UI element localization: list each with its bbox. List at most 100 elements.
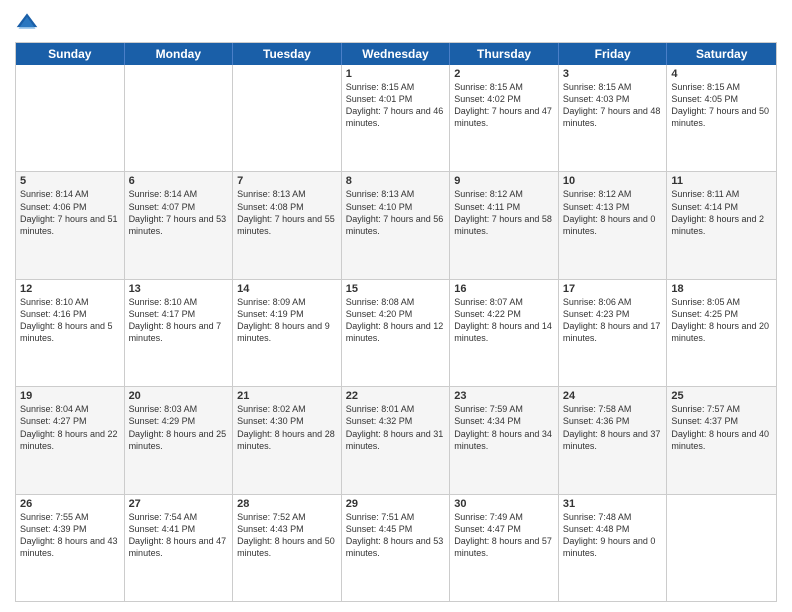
weekday-header: Saturday	[667, 43, 776, 65]
day-number: 24	[563, 390, 663, 402]
day-number: 19	[20, 390, 120, 402]
calendar-cell: 18Sunrise: 8:05 AM Sunset: 4:25 PM Dayli…	[667, 280, 776, 386]
calendar-cell: 22Sunrise: 8:01 AM Sunset: 4:32 PM Dayli…	[342, 387, 451, 493]
weekday-header: Monday	[125, 43, 234, 65]
cell-info: Sunrise: 8:12 AM Sunset: 4:13 PM Dayligh…	[563, 188, 663, 237]
day-number: 8	[346, 175, 446, 187]
calendar-cell: 23Sunrise: 7:59 AM Sunset: 4:34 PM Dayli…	[450, 387, 559, 493]
calendar-row: 12Sunrise: 8:10 AM Sunset: 4:16 PM Dayli…	[16, 280, 776, 387]
day-number: 20	[129, 390, 229, 402]
calendar-body: 1Sunrise: 8:15 AM Sunset: 4:01 PM Daylig…	[16, 65, 776, 601]
cell-info: Sunrise: 7:55 AM Sunset: 4:39 PM Dayligh…	[20, 511, 120, 560]
day-number: 2	[454, 68, 554, 80]
cell-info: Sunrise: 8:15 AM Sunset: 4:05 PM Dayligh…	[671, 81, 772, 130]
cell-info: Sunrise: 7:48 AM Sunset: 4:48 PM Dayligh…	[563, 511, 663, 560]
day-number: 5	[20, 175, 120, 187]
calendar-cell: 17Sunrise: 8:06 AM Sunset: 4:23 PM Dayli…	[559, 280, 668, 386]
day-number: 3	[563, 68, 663, 80]
cell-info: Sunrise: 8:09 AM Sunset: 4:19 PM Dayligh…	[237, 296, 337, 345]
calendar-cell: 30Sunrise: 7:49 AM Sunset: 4:47 PM Dayli…	[450, 495, 559, 601]
day-number: 22	[346, 390, 446, 402]
calendar-cell: 8Sunrise: 8:13 AM Sunset: 4:10 PM Daylig…	[342, 172, 451, 278]
calendar-cell: 9Sunrise: 8:12 AM Sunset: 4:11 PM Daylig…	[450, 172, 559, 278]
day-number: 26	[20, 498, 120, 510]
calendar-cell: 5Sunrise: 8:14 AM Sunset: 4:06 PM Daylig…	[16, 172, 125, 278]
cell-info: Sunrise: 8:04 AM Sunset: 4:27 PM Dayligh…	[20, 403, 120, 452]
calendar-row: 1Sunrise: 8:15 AM Sunset: 4:01 PM Daylig…	[16, 65, 776, 172]
calendar-cell: 12Sunrise: 8:10 AM Sunset: 4:16 PM Dayli…	[16, 280, 125, 386]
cell-info: Sunrise: 8:07 AM Sunset: 4:22 PM Dayligh…	[454, 296, 554, 345]
cell-info: Sunrise: 8:01 AM Sunset: 4:32 PM Dayligh…	[346, 403, 446, 452]
day-number: 1	[346, 68, 446, 80]
day-number: 30	[454, 498, 554, 510]
calendar-cell: 29Sunrise: 7:51 AM Sunset: 4:45 PM Dayli…	[342, 495, 451, 601]
weekday-header: Tuesday	[233, 43, 342, 65]
cell-info: Sunrise: 8:02 AM Sunset: 4:30 PM Dayligh…	[237, 403, 337, 452]
day-number: 18	[671, 283, 772, 295]
cell-info: Sunrise: 8:13 AM Sunset: 4:10 PM Dayligh…	[346, 188, 446, 237]
day-number: 13	[129, 283, 229, 295]
cell-info: Sunrise: 8:03 AM Sunset: 4:29 PM Dayligh…	[129, 403, 229, 452]
day-number: 12	[20, 283, 120, 295]
cell-info: Sunrise: 8:15 AM Sunset: 4:01 PM Dayligh…	[346, 81, 446, 130]
logo-icon	[15, 10, 39, 34]
cell-info: Sunrise: 8:14 AM Sunset: 4:06 PM Dayligh…	[20, 188, 120, 237]
calendar-cell: 31Sunrise: 7:48 AM Sunset: 4:48 PM Dayli…	[559, 495, 668, 601]
day-number: 27	[129, 498, 229, 510]
calendar-cell: 4Sunrise: 8:15 AM Sunset: 4:05 PM Daylig…	[667, 65, 776, 171]
cell-info: Sunrise: 8:08 AM Sunset: 4:20 PM Dayligh…	[346, 296, 446, 345]
day-number: 31	[563, 498, 663, 510]
page-header	[15, 10, 777, 34]
calendar-row: 19Sunrise: 8:04 AM Sunset: 4:27 PM Dayli…	[16, 387, 776, 494]
calendar-cell: 16Sunrise: 8:07 AM Sunset: 4:22 PM Dayli…	[450, 280, 559, 386]
cell-info: Sunrise: 7:52 AM Sunset: 4:43 PM Dayligh…	[237, 511, 337, 560]
day-number: 28	[237, 498, 337, 510]
calendar: SundayMondayTuesdayWednesdayThursdayFrid…	[15, 42, 777, 602]
cell-info: Sunrise: 8:14 AM Sunset: 4:07 PM Dayligh…	[129, 188, 229, 237]
cell-info: Sunrise: 8:06 AM Sunset: 4:23 PM Dayligh…	[563, 296, 663, 345]
cell-info: Sunrise: 7:57 AM Sunset: 4:37 PM Dayligh…	[671, 403, 772, 452]
day-number: 21	[237, 390, 337, 402]
calendar-cell: 28Sunrise: 7:52 AM Sunset: 4:43 PM Dayli…	[233, 495, 342, 601]
day-number: 9	[454, 175, 554, 187]
day-number: 10	[563, 175, 663, 187]
calendar-cell: 27Sunrise: 7:54 AM Sunset: 4:41 PM Dayli…	[125, 495, 234, 601]
day-number: 25	[671, 390, 772, 402]
calendar-cell	[233, 65, 342, 171]
calendar-cell: 25Sunrise: 7:57 AM Sunset: 4:37 PM Dayli…	[667, 387, 776, 493]
calendar-cell: 7Sunrise: 8:13 AM Sunset: 4:08 PM Daylig…	[233, 172, 342, 278]
logo	[15, 10, 43, 34]
cell-info: Sunrise: 7:59 AM Sunset: 4:34 PM Dayligh…	[454, 403, 554, 452]
calendar-cell: 26Sunrise: 7:55 AM Sunset: 4:39 PM Dayli…	[16, 495, 125, 601]
day-number: 17	[563, 283, 663, 295]
day-number: 6	[129, 175, 229, 187]
cell-info: Sunrise: 7:51 AM Sunset: 4:45 PM Dayligh…	[346, 511, 446, 560]
day-number: 23	[454, 390, 554, 402]
weekday-header: Thursday	[450, 43, 559, 65]
calendar-row: 5Sunrise: 8:14 AM Sunset: 4:06 PM Daylig…	[16, 172, 776, 279]
calendar-cell: 21Sunrise: 8:02 AM Sunset: 4:30 PM Dayli…	[233, 387, 342, 493]
day-number: 7	[237, 175, 337, 187]
cell-info: Sunrise: 7:58 AM Sunset: 4:36 PM Dayligh…	[563, 403, 663, 452]
cell-info: Sunrise: 8:12 AM Sunset: 4:11 PM Dayligh…	[454, 188, 554, 237]
calendar-cell: 24Sunrise: 7:58 AM Sunset: 4:36 PM Dayli…	[559, 387, 668, 493]
weekday-header: Friday	[559, 43, 668, 65]
calendar-cell: 11Sunrise: 8:11 AM Sunset: 4:14 PM Dayli…	[667, 172, 776, 278]
weekday-header: Sunday	[16, 43, 125, 65]
cell-info: Sunrise: 8:13 AM Sunset: 4:08 PM Dayligh…	[237, 188, 337, 237]
day-number: 11	[671, 175, 772, 187]
day-number: 14	[237, 283, 337, 295]
calendar-row: 26Sunrise: 7:55 AM Sunset: 4:39 PM Dayli…	[16, 495, 776, 601]
calendar-cell: 19Sunrise: 8:04 AM Sunset: 4:27 PM Dayli…	[16, 387, 125, 493]
calendar-cell	[667, 495, 776, 601]
calendar-cell: 1Sunrise: 8:15 AM Sunset: 4:01 PM Daylig…	[342, 65, 451, 171]
day-number: 16	[454, 283, 554, 295]
calendar-cell	[16, 65, 125, 171]
calendar-cell: 10Sunrise: 8:12 AM Sunset: 4:13 PM Dayli…	[559, 172, 668, 278]
cell-info: Sunrise: 7:49 AM Sunset: 4:47 PM Dayligh…	[454, 511, 554, 560]
calendar-cell: 2Sunrise: 8:15 AM Sunset: 4:02 PM Daylig…	[450, 65, 559, 171]
calendar-cell: 3Sunrise: 8:15 AM Sunset: 4:03 PM Daylig…	[559, 65, 668, 171]
calendar-cell	[125, 65, 234, 171]
day-number: 29	[346, 498, 446, 510]
cell-info: Sunrise: 8:11 AM Sunset: 4:14 PM Dayligh…	[671, 188, 772, 237]
